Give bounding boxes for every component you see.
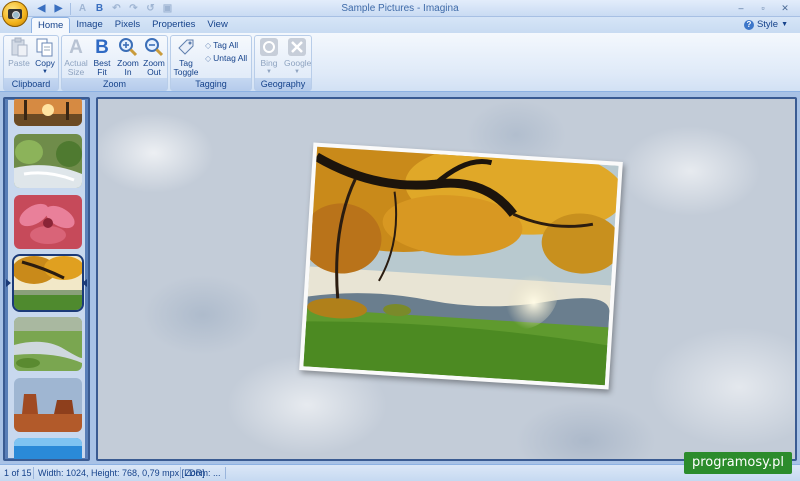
image-viewer[interactable] [96, 97, 797, 461]
zoom-group: A Actual Size B Best Fit Zoom In Zoom Ou… [61, 35, 168, 91]
bing-button[interactable]: Bing ▼ [256, 37, 282, 77]
zoom-in-icon [118, 37, 138, 57]
chevron-down-icon: ▼ [42, 69, 48, 75]
ribbon-tab-strip: Home Image Pixels Properties View ? Styl… [0, 17, 800, 33]
zoom-group-label: Zoom [62, 78, 167, 90]
thumbnail-strip[interactable] [3, 97, 90, 461]
watermark-logo: programosy.pl [683, 452, 792, 474]
thumbnail-red-plant[interactable] [14, 195, 82, 249]
tag-icon [176, 37, 196, 57]
minimize-button[interactable]: – [730, 1, 752, 15]
application-menu-button[interactable] [2, 1, 28, 27]
title-bar: ◀ ▶ A B ↶ ↷ ↺ ▣ Sample Pictures - Imagin… [0, 0, 800, 17]
status-separator [33, 467, 34, 479]
bing-icon [259, 37, 279, 57]
thumbnail-autumn-tree[interactable] [12, 254, 84, 312]
main-content [0, 92, 800, 464]
tab-home[interactable]: Home [31, 17, 71, 33]
chevron-down-icon: ▼ [266, 69, 272, 75]
tag-small-icon: ◇ [205, 40, 212, 50]
tab-image[interactable]: Image [70, 17, 108, 33]
status-separator [225, 467, 226, 479]
window-title: Sample Pictures - Imagina [341, 3, 459, 14]
untag-small-icon: ◇ [205, 53, 212, 63]
copy-button[interactable]: Copy ▼ [32, 37, 58, 77]
paste-icon [9, 37, 29, 57]
letter-b-icon: B [95, 36, 109, 58]
letter-a-icon: A [69, 36, 83, 58]
status-bar: 1 of 15 Width: 1024, Height: 768, 0,79 m… [0, 464, 800, 481]
autumn-tree-photo [284, 131, 625, 386]
style-menu-label: Style [756, 19, 779, 30]
zoom-in-button[interactable]: Zoom In [115, 37, 141, 77]
status-separator [180, 467, 181, 479]
image-position: 1 of 15 [4, 468, 32, 478]
tagging-group: Tag Toggle ◇ Tag All ◇ Untag All Tagging [170, 35, 252, 91]
tag-all-button[interactable]: ◇ Tag All [205, 40, 238, 50]
geography-group-label: Geography [255, 78, 311, 90]
tab-properties[interactable]: Properties [146, 17, 201, 33]
copy-icon [35, 37, 55, 57]
paste-button[interactable]: Paste [6, 37, 32, 68]
zoom-out-icon [144, 37, 164, 57]
best-fit-button[interactable]: B Best Fit [89, 37, 115, 77]
chevron-down-icon: ▼ [781, 21, 788, 28]
thumbnail-sunset-trees[interactable] [14, 99, 82, 126]
thumbnail-blue-water[interactable] [14, 438, 82, 459]
restore-button[interactable]: ▫ [752, 1, 774, 15]
help-icon: ? [743, 19, 754, 30]
window-controls: – ▫ ✕ [730, 1, 796, 15]
google-icon [287, 37, 307, 57]
geography-group: Bing ▼ Google ▼ Geography [254, 35, 312, 91]
chevron-down-icon: ▼ [294, 69, 300, 75]
tag-toggle-button[interactable]: Tag Toggle [173, 37, 199, 77]
tagging-group-label: Tagging [171, 78, 251, 90]
clipboard-group-label: Clipboard [4, 78, 58, 90]
zoom-out-button[interactable]: Zoom Out [141, 37, 167, 77]
tab-view[interactable]: View [201, 17, 233, 33]
zoom-status: Zoom: ... [185, 468, 221, 478]
untag-all-button[interactable]: ◇ Untag All [205, 53, 247, 63]
style-menu[interactable]: ? Style ▼ [743, 19, 788, 30]
ribbon: Paste Copy ▼ Clipboard A Actual Size B B… [0, 33, 800, 92]
current-photo [284, 131, 625, 390]
actual-size-button[interactable]: A Actual Size [63, 37, 89, 77]
thumbnail-river-meadow[interactable] [14, 317, 82, 371]
selection-left-marker [6, 279, 11, 287]
google-button[interactable]: Google ▼ [284, 37, 311, 77]
clipboard-group: Paste Copy ▼ Clipboard [3, 35, 59, 91]
camera-icon [8, 9, 22, 19]
selection-right-marker [82, 279, 87, 287]
close-button[interactable]: ✕ [774, 1, 796, 15]
tab-pixels[interactable]: Pixels [109, 17, 146, 33]
thumbnail-desert-rocks[interactable] [14, 378, 82, 432]
thumbnail-waterfall-ferns[interactable] [14, 134, 82, 188]
